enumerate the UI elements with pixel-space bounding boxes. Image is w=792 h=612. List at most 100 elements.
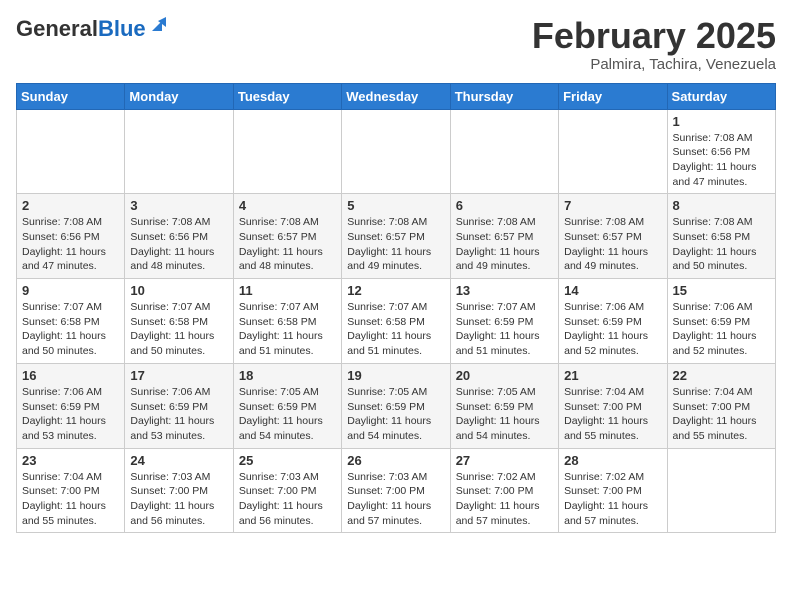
calendar-day-cell <box>233 109 341 194</box>
day-info: Sunrise: 7:06 AM Sunset: 6:59 PM Dayligh… <box>673 300 770 359</box>
calendar-day-cell: 25 Sunrise: 7:03 AM Sunset: 7:00 PM Dayli… <box>233 448 341 533</box>
calendar-day-cell: 19Sunrise: 7:05 AM Sunset: 6:59 PM Dayli… <box>342 363 450 448</box>
page-header: GeneralBlue February 2025 Palmira, Tachi… <box>16 16 776 73</box>
day-number: 6 <box>456 198 553 213</box>
calendar-table: SundayMondayTuesdayWednesdayThursdayFrid… <box>16 83 776 534</box>
day-info: Sunrise: 7:06 AM Sunset: 6:59 PM Dayligh… <box>564 300 661 359</box>
day-number: 16 <box>22 368 119 383</box>
calendar-day-cell <box>559 109 667 194</box>
day-info: Sunrise: 7:06 AM Sunset: 6:59 PM Dayligh… <box>22 385 119 444</box>
day-number: 8 <box>673 198 770 213</box>
day-number: 5 <box>347 198 444 213</box>
calendar-day-cell: 11 Sunrise: 7:07 AM Sunset: 6:58 PM Dayli… <box>233 279 341 364</box>
logo: GeneralBlue <box>16 16 166 42</box>
day-number: 21 <box>564 368 661 383</box>
calendar-day-cell: 1 Sunrise: 7:08 AM Sunset: 6:56 PM Daylig… <box>667 109 775 194</box>
day-info: Sunrise: 7:07 AM Sunset: 6:58 PM Dayligh… <box>239 300 336 359</box>
calendar-day-cell: 28Sunrise: 7:02 AM Sunset: 7:00 PM Dayli… <box>559 448 667 533</box>
day-number: 25 <box>239 453 336 468</box>
day-number: 13 <box>456 283 553 298</box>
day-info: Sunrise: 7:03 AM Sunset: 7:00 PM Dayligh… <box>347 470 444 529</box>
day-number: 1 <box>673 114 770 129</box>
calendar-day-cell: 7 Sunrise: 7:08 AM Sunset: 6:57 PM Daylig… <box>559 194 667 279</box>
calendar-day-cell: 3 Sunrise: 7:08 AM Sunset: 6:56 PM Daylig… <box>125 194 233 279</box>
day-info: Sunrise: 7:07 AM Sunset: 6:59 PM Dayligh… <box>456 300 553 359</box>
day-number: 17 <box>130 368 227 383</box>
day-info: Sunrise: 7:08 AM Sunset: 6:58 PM Dayligh… <box>673 215 770 274</box>
calendar-day-cell: 26 Sunrise: 7:03 AM Sunset: 7:00 PM Dayli… <box>342 448 450 533</box>
calendar-day-cell: 23Sunrise: 7:04 AM Sunset: 7:00 PM Dayli… <box>17 448 125 533</box>
day-of-week-header: Thursday <box>450 83 558 109</box>
day-info: Sunrise: 7:04 AM Sunset: 7:00 PM Dayligh… <box>22 470 119 529</box>
calendar-week-row: 1 Sunrise: 7:08 AM Sunset: 6:56 PM Daylig… <box>17 109 776 194</box>
day-info: Sunrise: 7:02 AM Sunset: 7:00 PM Dayligh… <box>456 470 553 529</box>
day-number: 10 <box>130 283 227 298</box>
calendar-day-cell <box>667 448 775 533</box>
calendar-day-cell <box>17 109 125 194</box>
calendar-week-row: 16 Sunrise: 7:06 AM Sunset: 6:59 PM Dayli… <box>17 363 776 448</box>
location-subtitle: Palmira, Tachira, Venezuela <box>532 56 776 73</box>
day-info: Sunrise: 7:08 AM Sunset: 6:57 PM Dayligh… <box>456 215 553 274</box>
calendar-day-cell: 18Sunrise: 7:05 AM Sunset: 6:59 PM Dayli… <box>233 363 341 448</box>
day-of-week-header: Friday <box>559 83 667 109</box>
day-info: Sunrise: 7:07 AM Sunset: 6:58 PM Dayligh… <box>22 300 119 359</box>
day-number: 4 <box>239 198 336 213</box>
calendar-header-row: SundayMondayTuesdayWednesdayThursdayFrid… <box>17 83 776 109</box>
day-info: Sunrise: 7:08 AM Sunset: 6:57 PM Dayligh… <box>564 215 661 274</box>
calendar-day-cell: 5Sunrise: 7:08 AM Sunset: 6:57 PM Daylig… <box>342 194 450 279</box>
month-title: February 2025 <box>532 16 776 56</box>
day-of-week-header: Wednesday <box>342 83 450 109</box>
day-number: 7 <box>564 198 661 213</box>
calendar-day-cell: 27 Sunrise: 7:02 AM Sunset: 7:00 PM Dayli… <box>450 448 558 533</box>
calendar-day-cell: 4Sunrise: 7:08 AM Sunset: 6:57 PM Daylig… <box>233 194 341 279</box>
calendar-day-cell: 6 Sunrise: 7:08 AM Sunset: 6:57 PM Daylig… <box>450 194 558 279</box>
day-info: Sunrise: 7:03 AM Sunset: 7:00 PM Dayligh… <box>130 470 227 529</box>
day-number: 15 <box>673 283 770 298</box>
day-of-week-header: Sunday <box>17 83 125 109</box>
day-number: 27 <box>456 453 553 468</box>
calendar-day-cell: 17 Sunrise: 7:06 AM Sunset: 6:59 PM Dayli… <box>125 363 233 448</box>
day-number: 24 <box>130 453 227 468</box>
day-info: Sunrise: 7:08 AM Sunset: 6:56 PM Dayligh… <box>130 215 227 274</box>
calendar-week-row: 9 Sunrise: 7:07 AM Sunset: 6:58 PM Daylig… <box>17 279 776 364</box>
day-number: 2 <box>22 198 119 213</box>
day-number: 11 <box>239 283 336 298</box>
calendar-day-cell <box>342 109 450 194</box>
calendar-day-cell: 10 Sunrise: 7:07 AM Sunset: 6:58 PM Dayli… <box>125 279 233 364</box>
day-number: 20 <box>456 368 553 383</box>
day-info: Sunrise: 7:04 AM Sunset: 7:00 PM Dayligh… <box>673 385 770 444</box>
calendar-day-cell: 8 Sunrise: 7:08 AM Sunset: 6:58 PM Daylig… <box>667 194 775 279</box>
calendar-day-cell: 16 Sunrise: 7:06 AM Sunset: 6:59 PM Dayli… <box>17 363 125 448</box>
calendar-day-cell: 12Sunrise: 7:07 AM Sunset: 6:58 PM Dayli… <box>342 279 450 364</box>
day-info: Sunrise: 7:08 AM Sunset: 6:56 PM Dayligh… <box>22 215 119 274</box>
day-number: 9 <box>22 283 119 298</box>
day-number: 26 <box>347 453 444 468</box>
logo-bird-icon <box>148 17 166 35</box>
day-info: Sunrise: 7:05 AM Sunset: 6:59 PM Dayligh… <box>456 385 553 444</box>
day-info: Sunrise: 7:06 AM Sunset: 6:59 PM Dayligh… <box>130 385 227 444</box>
calendar-day-cell: 20 Sunrise: 7:05 AM Sunset: 6:59 PM Dayli… <box>450 363 558 448</box>
day-number: 28 <box>564 453 661 468</box>
calendar-day-cell: 14 Sunrise: 7:06 AM Sunset: 6:59 PM Dayli… <box>559 279 667 364</box>
day-info: Sunrise: 7:03 AM Sunset: 7:00 PM Dayligh… <box>239 470 336 529</box>
day-of-week-header: Saturday <box>667 83 775 109</box>
calendar-day-cell <box>125 109 233 194</box>
day-info: Sunrise: 7:08 AM Sunset: 6:56 PM Dayligh… <box>673 131 770 190</box>
day-number: 22 <box>673 368 770 383</box>
day-of-week-header: Tuesday <box>233 83 341 109</box>
calendar-week-row: 2 Sunrise: 7:08 AM Sunset: 6:56 PM Daylig… <box>17 194 776 279</box>
day-number: 3 <box>130 198 227 213</box>
title-area: February 2025 Palmira, Tachira, Venezuel… <box>532 16 776 73</box>
calendar-day-cell: 9 Sunrise: 7:07 AM Sunset: 6:58 PM Daylig… <box>17 279 125 364</box>
calendar-day-cell: 24 Sunrise: 7:03 AM Sunset: 7:00 PM Dayli… <box>125 448 233 533</box>
day-info: Sunrise: 7:04 AM Sunset: 7:00 PM Dayligh… <box>564 385 661 444</box>
calendar-day-cell: 13 Sunrise: 7:07 AM Sunset: 6:59 PM Dayli… <box>450 279 558 364</box>
calendar-day-cell: 2 Sunrise: 7:08 AM Sunset: 6:56 PM Daylig… <box>17 194 125 279</box>
calendar-day-cell: 21 Sunrise: 7:04 AM Sunset: 7:00 PM Dayli… <box>559 363 667 448</box>
calendar-day-cell: 22 Sunrise: 7:04 AM Sunset: 7:00 PM Dayli… <box>667 363 775 448</box>
calendar-day-cell: 15 Sunrise: 7:06 AM Sunset: 6:59 PM Dayli… <box>667 279 775 364</box>
day-info: Sunrise: 7:05 AM Sunset: 6:59 PM Dayligh… <box>239 385 336 444</box>
day-info: Sunrise: 7:07 AM Sunset: 6:58 PM Dayligh… <box>130 300 227 359</box>
day-info: Sunrise: 7:07 AM Sunset: 6:58 PM Dayligh… <box>347 300 444 359</box>
day-number: 14 <box>564 283 661 298</box>
